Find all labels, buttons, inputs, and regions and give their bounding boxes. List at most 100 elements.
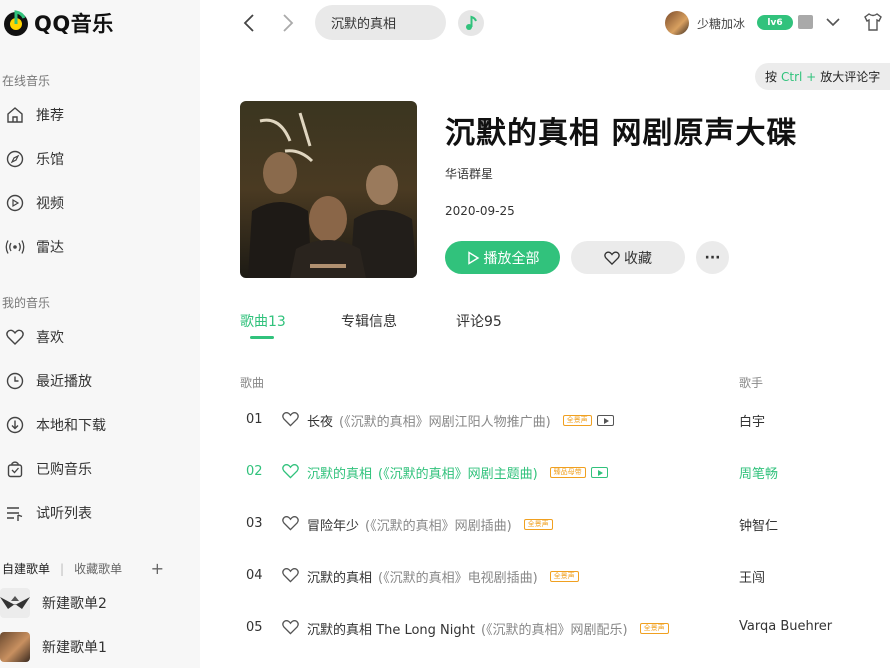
app-window: QQ音乐 在线音乐 推荐 乐馆 视频 雷达 我的音乐 喜欢 最近播放 本地和下载… <box>0 0 890 668</box>
song-singer[interactable]: 钟智仁 <box>739 515 778 534</box>
song-title[interactable]: 沉默的真相 The Long Night <box>307 619 475 638</box>
playlist-item[interactable]: 新建歌单1 <box>0 630 190 664</box>
heart-icon[interactable] <box>282 515 299 531</box>
sidebar-item-label: 最近播放 <box>36 374 92 390</box>
song-row[interactable]: 01 长夜 (《沉默的真相》网剧江阳人物推广曲) 全景声 白宇 <box>200 394 890 446</box>
music-recognition-button[interactable] <box>458 10 484 36</box>
heart-icon[interactable] <box>282 463 299 479</box>
song-title[interactable]: 沉默的真相 <box>307 463 372 482</box>
playlist-name: 新建歌单1 <box>42 640 107 656</box>
tab-collected-playlists[interactable]: 收藏歌单 <box>74 560 122 577</box>
song-row[interactable]: 03 冒险年少 (《沉默的真相》网剧插曲) 全景声 钟智仁 <box>200 498 890 550</box>
playlist-cover <box>0 588 30 618</box>
quality-tag: 臻品母带 <box>549 467 586 478</box>
app-logo[interactable]: QQ音乐 <box>2 8 114 38</box>
song-title[interactable]: 长夜 <box>307 411 333 430</box>
section-title-my-music: 我的音乐 <box>2 296 51 310</box>
sidebar-item-purchased[interactable]: 已购音乐 <box>4 451 194 487</box>
column-header-song[interactable]: 歌曲 <box>240 374 264 391</box>
favorite-button[interactable]: 收藏 <box>571 241 685 274</box>
section-title-online: 在线音乐 <box>2 74 51 88</box>
tab-songs[interactable]: 歌曲13 <box>240 311 286 331</box>
home-icon <box>4 104 26 126</box>
tab-comments[interactable]: 评论95 <box>456 311 502 331</box>
play-icon <box>467 250 479 265</box>
song-title-cell: 长夜 (《沉默的真相》网剧江阳人物推广曲) 全景声 <box>307 411 614 430</box>
album-cover[interactable] <box>240 101 417 278</box>
skin-shirt-icon[interactable] <box>863 12 883 32</box>
sidebar-item-label: 乐馆 <box>36 152 64 168</box>
song-singer[interactable]: 白宇 <box>739 411 765 430</box>
play-all-button[interactable]: 播放全部 <box>445 241 560 274</box>
music-note-icon <box>466 15 477 30</box>
sidebar-item-local-download[interactable]: 本地和下载 <box>4 407 194 443</box>
song-singer[interactable]: 王闯 <box>739 567 765 586</box>
album-artist[interactable]: 华语群星 <box>445 165 493 182</box>
forward-button[interactable] <box>278 12 298 34</box>
compass-icon <box>4 148 26 170</box>
sidebar-item-liked[interactable]: 喜欢 <box>4 319 194 355</box>
video-icon <box>4 192 26 214</box>
song-subtitle: (《沉默的真相》网剧主题曲) <box>378 467 538 482</box>
heart-icon[interactable] <box>282 567 299 583</box>
favorite-label: 收藏 <box>624 250 652 267</box>
search-input[interactable]: 沉默的真相 <box>315 5 446 40</box>
song-title-cell: 沉默的真相 The Long Night (《沉默的真相》网剧配乐) 全景声 <box>307 619 669 638</box>
chevron-down-icon[interactable] <box>824 13 842 31</box>
qq-music-logo-icon <box>4 10 28 36</box>
column-header-singer[interactable]: 歌手 <box>739 374 763 391</box>
song-title-cell: 沉默的真相 (《沉默的真相》网剧主题曲) 臻品母带 <box>307 463 608 482</box>
heart-icon <box>604 251 620 265</box>
sidebar-item-recent[interactable]: 最近播放 <box>4 363 194 399</box>
playlist-tabs: 自建歌单 | 收藏歌单 + <box>2 559 192 578</box>
song-number: 03 <box>246 516 263 531</box>
tab-album-info[interactable]: 专辑信息 <box>341 311 397 331</box>
song-singer[interactable]: 周笔畅 <box>739 463 778 482</box>
quality-tag: 全景声 <box>523 519 553 530</box>
song-number: 05 <box>246 620 263 635</box>
quality-tag: 全景声 <box>639 623 669 634</box>
search-value: 沉默的真相 <box>331 17 397 32</box>
more-options-button[interactable]: ··· <box>696 241 729 274</box>
tab-created-playlists[interactable]: 自建歌单 <box>2 560 50 577</box>
sidebar-item-radar[interactable]: 雷达 <box>4 229 194 265</box>
song-row[interactable]: 02 沉默的真相 (《沉默的真相》网剧主题曲) 臻品母带 周笔畅 <box>200 446 890 498</box>
play-all-label: 播放全部 <box>483 250 540 267</box>
sidebar-item-label: 试听列表 <box>36 506 92 522</box>
zoom-hint-tooltip: 按 Ctrl + 放大评论字 <box>755 63 890 90</box>
song-number: 02 <box>246 464 263 479</box>
mail-icon[interactable] <box>798 15 813 29</box>
song-title[interactable]: 冒险年少 <box>307 515 359 534</box>
clock-icon <box>4 370 26 392</box>
song-row[interactable]: 05 沉默的真相 The Long Night (《沉默的真相》网剧配乐) 全景声 Va… <box>200 602 890 654</box>
sidebar-item-recommend[interactable]: 推荐 <box>4 97 194 133</box>
back-button[interactable] <box>239 12 259 34</box>
song-title[interactable]: 沉默的真相 <box>307 567 372 586</box>
sidebar-item-label: 已购音乐 <box>36 462 92 478</box>
song-number: 01 <box>246 412 263 427</box>
sidebar-item-video[interactable]: 视频 <box>4 185 194 221</box>
avatar[interactable] <box>665 11 689 35</box>
album-release-date: 2020-09-25 <box>445 204 515 218</box>
heart-icon[interactable] <box>282 619 299 635</box>
mv-icon[interactable] <box>596 415 614 426</box>
song-subtitle: (《沉默的真相》网剧配乐) <box>480 623 628 638</box>
mv-icon[interactable] <box>590 467 608 478</box>
song-subtitle: (《沉默的真相》网剧插曲) <box>365 519 512 534</box>
chevron-right-icon <box>283 14 294 32</box>
playlist-cover <box>0 632 30 662</box>
song-singer[interactable]: Varqa Buehrer <box>739 619 832 634</box>
vip-badge[interactable]: lv6 <box>757 15 793 30</box>
album-cover-art <box>240 101 417 278</box>
sidebar-item-label: 雷达 <box>36 240 64 256</box>
zoom-hint-key: Ctrl + <box>781 69 817 84</box>
sidebar-item-trial-list[interactable]: 试听列表 <box>4 495 194 531</box>
heart-icon[interactable] <box>282 411 299 427</box>
playlist-item[interactable]: 新建歌单2 <box>0 586 190 620</box>
username[interactable]: 少糖加冰 <box>697 15 745 32</box>
playlist-tab-separator: | <box>60 561 65 576</box>
song-row[interactable]: 04 沉默的真相 (《沉默的真相》电视剧插曲) 全景声 王闯 <box>200 550 890 602</box>
add-playlist-button[interactable]: + <box>151 559 164 578</box>
sidebar-item-music-hall[interactable]: 乐馆 <box>4 141 194 177</box>
zoom-hint-text: 放大评论字 <box>820 70 881 84</box>
